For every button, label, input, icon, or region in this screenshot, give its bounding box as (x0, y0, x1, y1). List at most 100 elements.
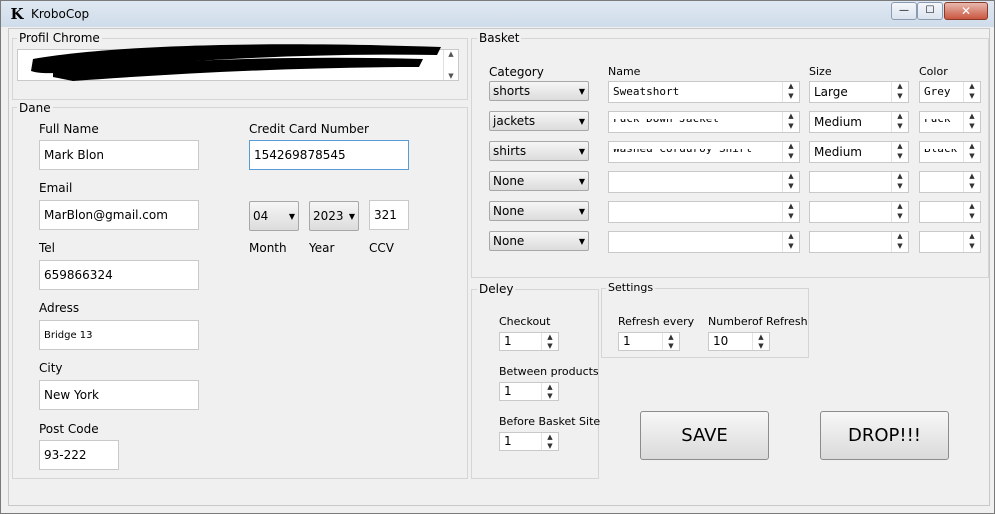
address-field[interactable]: Bridge 13 (39, 320, 199, 350)
city-field[interactable]: New York (39, 380, 199, 410)
spin-down-icon[interactable]: ▼ (892, 92, 908, 102)
spin-down-icon[interactable]: ▼ (783, 182, 799, 192)
ccv-field[interactable]: 321 (369, 200, 409, 230)
spin-up-icon[interactable]: ▲ (892, 82, 908, 92)
spin-down-icon[interactable]: ▼ (964, 182, 980, 192)
spin-arrows[interactable]: ▲ ▼ (963, 82, 980, 102)
category-select[interactable]: shorts ▼ (489, 81, 589, 101)
color-field[interactable]: RedGrey▲▼ (919, 81, 981, 103)
spin-down-icon[interactable]: ▼ (783, 242, 799, 252)
spin-down-icon[interactable]: ▼ (964, 92, 980, 102)
spin-down-icon[interactable]: ▼ (542, 342, 558, 350)
category-select[interactable]: None ▼ (489, 171, 589, 191)
spin-down-icon[interactable]: ▼ (892, 152, 908, 162)
post-code-field[interactable]: 93-222 (39, 440, 119, 470)
spin-down-icon[interactable]: ▼ (783, 122, 799, 132)
spin-arrows[interactable]: ▲ ▼ (782, 82, 799, 102)
spin-up-icon[interactable]: ▲ (783, 112, 799, 122)
year-select[interactable]: 2023 ▼ (309, 201, 359, 231)
checkout-spinbox[interactable]: 1 ▲ ▼ (499, 332, 559, 351)
size-field[interactable]: ▲ ▼ (809, 231, 909, 253)
spin-arrows[interactable]: ▲ ▼ (782, 142, 799, 162)
spin-down-icon[interactable]: ▼ (783, 212, 799, 222)
spin-arrows[interactable]: ▲ ▼ (782, 112, 799, 132)
spin-up-icon[interactable]: ▲ (892, 172, 908, 182)
color-field[interactable]: ▲ ▼ (919, 171, 981, 193)
category-select[interactable]: None ▼ (489, 231, 589, 251)
minimize-button[interactable]: — (891, 2, 917, 20)
spin-up-icon[interactable]: ▲ (783, 172, 799, 182)
between-products-spinbox[interactable]: 1 ▲ ▼ (499, 382, 559, 401)
spin-down-icon[interactable]: ▼ (964, 152, 980, 162)
color-field[interactable]: ▲ ▼ (919, 231, 981, 253)
spin-arrows[interactable]: ▲ ▼ (541, 333, 558, 350)
product-name-field[interactable]: Fuck Down Jacket ▲▼ (608, 111, 800, 133)
spin-down-icon[interactable]: ▼ (892, 242, 908, 252)
spin-arrows[interactable]: ▲ ▼ (891, 232, 908, 252)
spin-down-icon[interactable]: ▼ (783, 92, 799, 102)
tel-field[interactable]: 659866324 (39, 260, 199, 290)
spin-up-icon[interactable]: ▲ (783, 82, 799, 92)
spin-up-icon[interactable]: ▲ (542, 383, 558, 392)
spin-down-icon[interactable]: ▼ (964, 242, 980, 252)
size-field[interactable]: Medium ▲ ▼ (809, 141, 909, 163)
spin-up-icon[interactable]: ▲ (663, 333, 679, 342)
spin-up-icon[interactable]: ▲ (892, 232, 908, 242)
save-button[interactable]: SAVE (640, 411, 769, 460)
spin-arrows[interactable]: ▲ ▼ (782, 172, 799, 192)
spin-down-icon[interactable]: ▼ (892, 212, 908, 222)
drop-button[interactable]: DROP!!! (820, 411, 949, 460)
spin-arrows[interactable]: ▲ ▼ (782, 202, 799, 222)
spin-arrows[interactable]: ▲ ▼ (963, 112, 980, 132)
product-name-field[interactable]: ▲ ▼ (608, 171, 800, 193)
spin-arrows[interactable]: ▲ ▼ (891, 142, 908, 162)
color-field[interactable]: Black ▲▼ (919, 141, 981, 163)
spin-arrows[interactable]: ▲ ▼ (891, 112, 908, 132)
spin-up-icon[interactable]: ▲ (783, 142, 799, 152)
spin-up-icon[interactable]: ▲ (964, 202, 980, 212)
product-name-field[interactable]: ▲ ▼ (608, 201, 800, 223)
spin-arrows[interactable]: ▲ ▼ (541, 433, 558, 450)
spin-up-icon[interactable]: ▲ (892, 202, 908, 212)
close-button[interactable]: ✕ (944, 2, 988, 20)
size-field[interactable]: Medium ▲ ▼ (809, 111, 909, 133)
email-field[interactable]: MarBlon@gmail.com (39, 200, 199, 230)
size-field[interactable]: ▲ ▼ (809, 201, 909, 223)
spin-arrows[interactable]: ▲ ▼ (541, 383, 558, 400)
spin-arrows[interactable]: ▲ ▼ (963, 202, 980, 222)
spin-down-icon[interactable]: ▼ (892, 182, 908, 192)
spin-arrows[interactable]: ▲ ▼ (891, 202, 908, 222)
spin-up-icon[interactable]: ▲ (892, 112, 908, 122)
category-select[interactable]: None ▼ (489, 201, 589, 221)
before-basket-spinbox[interactable]: 1 ▲ ▼ (499, 432, 559, 451)
spin-down-icon[interactable]: ▼ (964, 122, 980, 132)
category-select[interactable]: jackets ▼ (489, 111, 589, 131)
spin-up-icon[interactable]: ▲ (964, 82, 980, 92)
month-select[interactable]: 04 ▼ (249, 201, 299, 231)
spin-up-icon[interactable]: ▲ (892, 142, 908, 152)
product-name-field[interactable]: ▲ ▼ (608, 231, 800, 253)
resize-grip[interactable] (975, 497, 987, 509)
title-bar[interactable]: K KroboCop — ☐ ✕ (1, 1, 994, 27)
spin-up-icon[interactable]: ▲ (964, 232, 980, 242)
number-of-refresh-spinbox[interactable]: 10 ▲ ▼ (708, 332, 770, 351)
size-field[interactable]: Large ▲ ▼ (809, 81, 909, 103)
spin-up-icon[interactable]: ▲ (964, 172, 980, 182)
refresh-every-spinbox[interactable]: 1 ▲ ▼ (618, 332, 680, 351)
spin-arrows[interactable]: ▲ ▼ (963, 142, 980, 162)
card-number-field[interactable]: 154269878545 (249, 140, 409, 170)
spin-arrows[interactable]: ▲ ▼ (963, 232, 980, 252)
spin-down-icon[interactable]: ▼ (663, 342, 679, 350)
spin-arrows[interactable]: ▲ ▼ (782, 232, 799, 252)
spin-up-icon[interactable]: ▲ (783, 232, 799, 242)
spin-up-icon[interactable]: ▲ (542, 433, 558, 442)
spin-up-icon[interactable]: ▲ (753, 333, 769, 342)
spin-arrows[interactable]: ▲ ▼ (662, 333, 679, 350)
spin-arrows[interactable]: ▲ ▼ (891, 172, 908, 192)
size-field[interactable]: ▲ ▼ (809, 171, 909, 193)
product-name-field[interactable]: Laser Cut S LogoSweatshort▲▼ (608, 81, 800, 103)
spin-arrows[interactable]: ▲ ▼ (891, 82, 908, 102)
spin-down-icon[interactable]: ▼ (542, 392, 558, 400)
spin-down-icon[interactable]: ▼ (964, 212, 980, 222)
color-field[interactable]: Fuck ▲▼ (919, 111, 981, 133)
